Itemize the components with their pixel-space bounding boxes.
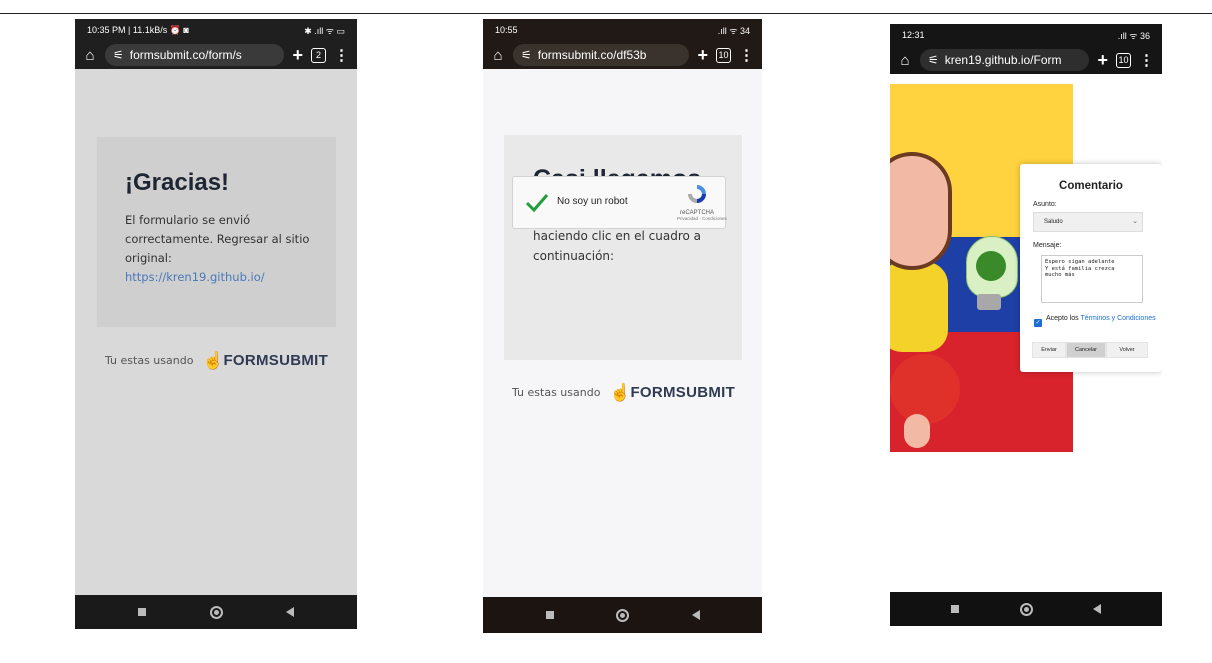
phone-screenshot-form: 12:31 .ıll ᯤ 36 ⌂ ⚟ kren19.github.io/For…: [890, 24, 1162, 626]
accept-text: Acepto los: [1046, 315, 1081, 322]
brand-text: FORMSUBMIT: [630, 383, 736, 401]
android-nav-bar: [483, 597, 762, 633]
home-icon[interactable]: ⌂: [898, 52, 912, 69]
chevron-down-icon: ⌄: [1132, 218, 1138, 225]
new-tab-icon[interactable]: +: [292, 45, 303, 66]
subject-label: Asunto:: [1033, 201, 1057, 208]
home-button-icon[interactable]: [1019, 602, 1033, 616]
page-title: ¡Gracias!: [125, 169, 230, 196]
overflow-menu-icon[interactable]: ⋮: [334, 46, 349, 64]
terms-link[interactable]: Términos y Condiciones: [1081, 315, 1156, 322]
recaptcha-logo-icon: [688, 185, 706, 203]
formsubmit-footer: Tu estas usando FORMSUBMIT: [512, 381, 735, 403]
overflow-menu-icon[interactable]: ⋮: [739, 46, 754, 64]
status-time: 10:55: [495, 25, 518, 35]
footer-prefix: Tu estas usando: [512, 385, 601, 399]
recaptcha-widget[interactable]: No soy un robot reCAPTCHA Privacidad - C…: [512, 176, 727, 229]
url-text: formsubmit.co/form/s: [129, 48, 242, 62]
comment-form: Comentario Asunto: Saludo ⌄ Mensaje: Esp…: [1020, 164, 1162, 372]
android-nav-bar: [890, 592, 1162, 626]
character-leg: [890, 354, 960, 424]
site-info-icon[interactable]: ⚟: [521, 48, 532, 62]
not-robot-label: No soy un robot: [557, 196, 628, 207]
home-icon[interactable]: ⌂: [83, 47, 97, 64]
tab-switcher-icon[interactable]: 10: [1116, 52, 1131, 68]
browser-toolbar: ⌂ ⚟ formsubmit.co/df53b + 10 ⋮: [483, 41, 762, 69]
brand-text: FORMSUBMIT: [223, 351, 329, 369]
top-divider-line: [0, 13, 1212, 14]
back-icon[interactable]: [1093, 604, 1102, 614]
browser-toolbar: ⌂ ⚟ kren19.github.io/Form + 10 ⋮: [890, 46, 1162, 74]
site-info-icon[interactable]: ⚟: [928, 53, 939, 67]
formsubmit-hand-icon: [606, 381, 630, 403]
back-icon[interactable]: [691, 610, 700, 620]
address-bar[interactable]: ⚟ formsubmit.co/form/s: [105, 44, 285, 66]
footer-prefix: Tu estas usando: [105, 353, 194, 367]
tab-switcher-icon[interactable]: 2: [311, 47, 326, 63]
return-link[interactable]: https://kren19.github.io/: [125, 270, 265, 284]
recents-icon[interactable]: [950, 605, 959, 613]
status-bar: 10:55 .ıll ᯤ 34: [483, 19, 762, 41]
status-icons: .ıll ᯤ 34: [717, 25, 750, 36]
message-label: Mensaje:: [1033, 242, 1062, 249]
character-body: [890, 262, 948, 352]
status-icons: ✱ .ıll ᯤ ▭: [304, 25, 345, 36]
formsubmit-footer: Tu estas usando FORMSUBMIT: [105, 349, 328, 371]
form-title: Comentario: [1059, 180, 1123, 192]
address-bar[interactable]: ⚟ formsubmit.co/df53b: [513, 44, 690, 66]
character-foot: [904, 414, 930, 448]
tab-switcher-icon[interactable]: 10: [716, 47, 731, 63]
form-buttons: Enviar Cancelar Volver: [1032, 342, 1148, 358]
character-head: [890, 152, 952, 270]
accept-checkbox[interactable]: ✓: [1034, 319, 1042, 327]
back-icon[interactable]: [285, 607, 294, 617]
bulb-base: [977, 294, 1001, 310]
formsubmit-brand[interactable]: FORMSUBMIT: [199, 349, 328, 371]
home-button-icon[interactable]: [616, 608, 629, 622]
formsubmit-hand-icon: [199, 349, 223, 371]
message-textarea[interactable]: Espero sigan adelante Y está familia cre…: [1041, 255, 1143, 303]
android-nav-bar: [75, 595, 357, 629]
recents-icon[interactable]: [545, 611, 554, 619]
subject-value: Saludo: [1044, 219, 1063, 225]
tree-icon: [976, 251, 1006, 281]
thanks-message: El formulario se envió correctamente. Re…: [125, 211, 315, 287]
home-button-icon[interactable]: [209, 605, 223, 619]
site-info-icon[interactable]: ⚟: [113, 48, 124, 62]
browser-toolbar: ⌂ ⚟ formsubmit.co/form/s + 2 ⋮: [75, 41, 357, 69]
status-time: 12:31: [902, 30, 925, 40]
status-icons: .ıll ᯤ 36: [1117, 30, 1150, 41]
recents-icon[interactable]: [138, 608, 147, 616]
status-bar: 12:31 .ıll ᯤ 36: [890, 24, 1162, 46]
phone-screenshot-thanks: 10:35 PM | 11.1kB/s ⏰ ◙ ✱ .ıll ᯤ ▭ ⌂ ⚟ f…: [75, 19, 357, 629]
url-text: formsubmit.co/df53b: [537, 48, 647, 62]
url-text: kren19.github.io/Form: [944, 53, 1062, 67]
new-tab-icon[interactable]: +: [697, 45, 708, 66]
recaptcha-logo: reCAPTCHA Privacidad - Condiciones: [677, 183, 727, 221]
back-button[interactable]: Volver: [1106, 342, 1148, 358]
checkmark-icon[interactable]: [525, 190, 549, 214]
send-button[interactable]: Enviar: [1032, 342, 1066, 358]
status-bar: 10:35 PM | 11.1kB/s ⏰ ◙ ✱ .ıll ᯤ ▭: [75, 19, 357, 41]
overflow-menu-icon[interactable]: ⋮: [1139, 51, 1154, 69]
home-icon[interactable]: ⌂: [491, 47, 505, 64]
recaptcha-links[interactable]: Privacidad - Condiciones: [677, 216, 727, 221]
terms-label: Acepto los Términos y Condiciones: [1046, 315, 1156, 323]
status-time: 10:35 PM | 11.1kB/s ⏰ ◙: [87, 24, 189, 35]
captcha-card: Casi llegamos Ayúdenos a combatir el spa…: [504, 135, 742, 360]
cancel-button[interactable]: Cancelar: [1066, 342, 1106, 358]
subject-select[interactable]: Saludo ⌄: [1033, 212, 1143, 232]
phone-screenshot-captcha: 10:55 .ıll ᯤ 34 ⌂ ⚟ formsubmit.co/df53b …: [483, 19, 762, 633]
message-text: El formulario se envió correctamente. Re…: [125, 213, 310, 265]
new-tab-icon[interactable]: +: [1097, 50, 1108, 71]
address-bar[interactable]: ⚟ kren19.github.io/Form: [920, 49, 1090, 71]
formsubmit-brand[interactable]: FORMSUBMIT: [606, 381, 735, 403]
thanks-card: ¡Gracias! El formulario se envió correct…: [97, 137, 336, 327]
